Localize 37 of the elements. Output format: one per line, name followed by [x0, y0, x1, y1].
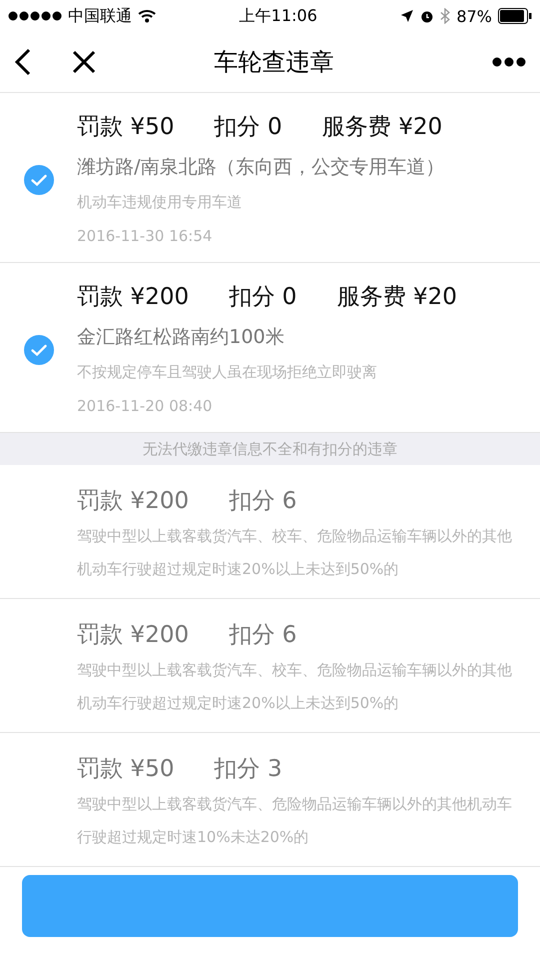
- fine-amount: 罚款 ¥200: [77, 621, 189, 650]
- close-icon[interactable]: [72, 50, 96, 74]
- alarm-clock-icon: [420, 9, 434, 23]
- penalty-points: 扣分 3: [214, 755, 282, 784]
- fine-amount: 罚款 ¥50: [77, 755, 174, 784]
- wifi-icon: [138, 9, 156, 23]
- penalty-points: 扣分 6: [228, 487, 297, 516]
- back-icon[interactable]: [14, 48, 32, 76]
- violation-reason: 驾驶中型以上载客载货汽车、危险物品运输车辆以外的其他机动车行驶超过规定时速10%未达20%的: [77, 794, 513, 848]
- violation-reason: 驾驶中型以上载客载货汽车、校车、危险物品运输车辆以外的其他机动车行驶超过规定时速20%以上未达到50%的: [77, 660, 513, 714]
- battery-icon: [498, 8, 532, 24]
- fine-amount: 罚款 ¥50: [77, 113, 174, 142]
- bluetooth-icon: [440, 8, 450, 24]
- violation-location: 金汇路红松路南约100米: [77, 325, 286, 350]
- page-title: 车轮查违章: [213, 47, 335, 78]
- violation-location: 潍坊路/南泉北路（东向西，公交专用车道）: [77, 155, 444, 180]
- violation-reason: 驾驶中型以上载客载货汽车、校车、危险物品运输车辆以外的其他机动车行驶超过规定时速20%以上未达到50%的: [77, 526, 513, 580]
- fine-amount: 罚款 ¥200: [77, 283, 189, 312]
- service-fee: 服务费 ¥20: [322, 113, 442, 142]
- section-header: 无法代缴违章信息不全和有扣分的违章: [0, 433, 540, 465]
- more-icon[interactable]: [492, 57, 526, 67]
- fine-amount: 罚款 ¥200: [77, 487, 189, 516]
- penalty-points: 扣分 6: [228, 621, 297, 650]
- carrier-name: 中国联通: [68, 6, 132, 26]
- checked-circle-icon[interactable]: [22, 334, 54, 366]
- penalty-points: 扣分 0: [214, 113, 282, 142]
- signal-dots-icon: [8, 11, 62, 21]
- checked-circle-icon[interactable]: [22, 164, 54, 196]
- violation-reason: 不按规定停车且驾驶人虽在现场拒绝立即驶离: [77, 362, 378, 383]
- battery-percent: 87%: [456, 6, 492, 26]
- violation-date: 2016-11-20 08:40: [77, 396, 214, 417]
- location-arrow-icon: [400, 9, 414, 23]
- status-time: 上午11:06: [239, 6, 318, 26]
- violation-reason: 机动车违规使用专用车道: [77, 192, 243, 213]
- violation-date: 2016-11-30 16:54: [77, 226, 214, 247]
- service-fee: 服务费 ¥20: [336, 283, 458, 312]
- penalty-points: 扣分 0: [228, 283, 297, 312]
